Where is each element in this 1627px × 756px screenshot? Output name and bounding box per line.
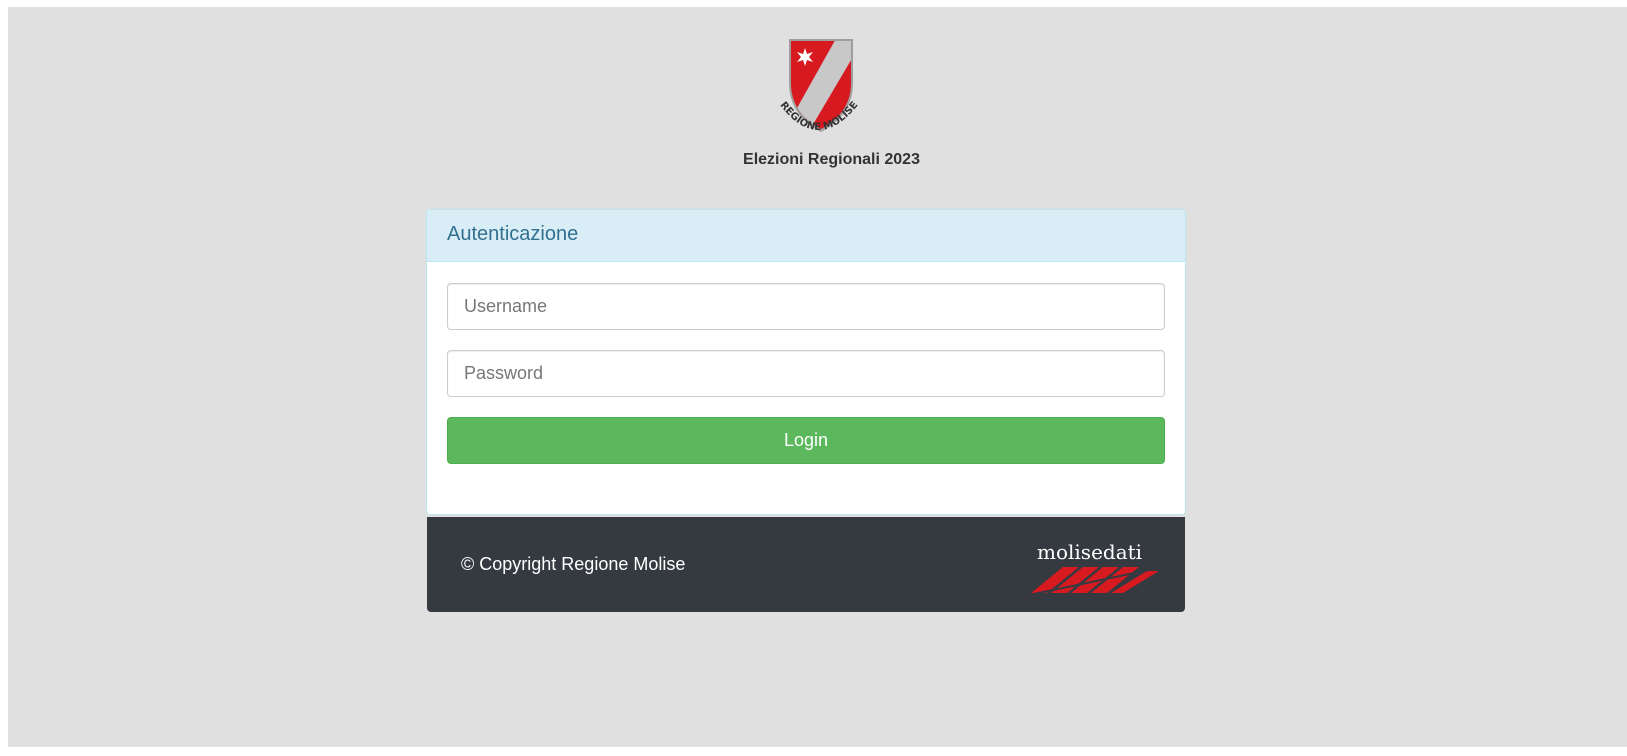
- regione-molise-shield-icon: REGIONE MOLISE: [777, 39, 860, 133]
- copyright-text: © Copyright Regione Molise: [461, 554, 686, 574]
- login-button[interactable]: Login: [447, 417, 1165, 464]
- login-panel: Autenticazione Login: [426, 209, 1186, 515]
- page-title: Elezioni Regionali 2023: [743, 151, 920, 168]
- partner-logo-text: molisedati: [1037, 540, 1142, 564]
- panel-heading: Autenticazione: [427, 210, 1185, 262]
- username-input[interactable]: [447, 283, 1165, 330]
- molisedati-logo-icon: molisedati: [1028, 540, 1164, 596]
- header: REGIONE MOLISE Elezioni Regionali 2023: [8, 33, 1627, 169]
- password-input[interactable]: [447, 350, 1165, 397]
- footer: © Copyright Regione Molise molisedati: [427, 517, 1185, 612]
- regione-molise-logo: REGIONE MOLISE: [758, 33, 878, 153]
- molisedati-logo: molisedati: [1027, 537, 1167, 597]
- login-form: Login: [427, 262, 1185, 464]
- page-background: REGIONE MOLISE Elezioni Regionali 2023 A…: [8, 7, 1627, 747]
